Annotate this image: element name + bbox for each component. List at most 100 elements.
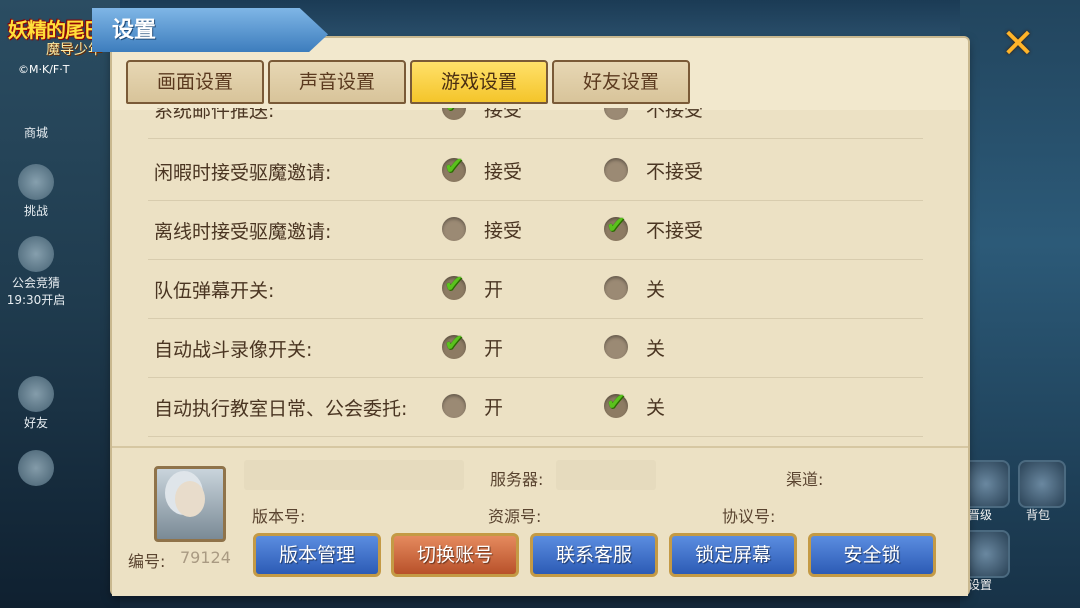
radio-circle: [604, 335, 628, 359]
security-lock-button[interactable]: 安全锁: [808, 533, 936, 577]
game-background-bottom: [120, 594, 960, 608]
side-item-shop[interactable]: 商城: [6, 124, 66, 141]
side-item-label: 商城: [23, 126, 48, 140]
option-label: 接受: [484, 108, 523, 121]
check-icon: ✔: [606, 211, 627, 239]
option-accept[interactable]: 接受: [442, 215, 522, 243]
chat-bubble-icon: [18, 376, 54, 412]
radio-circle: ✔: [442, 152, 466, 182]
id-label: 编号:: [128, 552, 166, 571]
setting-label: 自动战斗录像开关:: [154, 339, 313, 361]
side-item-label: 挑战: [23, 204, 48, 218]
option-label: 关: [646, 396, 666, 419]
option-on[interactable]: ✔ 开: [442, 270, 504, 302]
settings-button[interactable]: [962, 530, 1010, 578]
radio-circle: [604, 158, 628, 182]
avatar[interactable]: [154, 466, 226, 542]
settings-label: 设置: [968, 578, 993, 592]
radio-circle: ✔: [442, 270, 466, 300]
option-reject[interactable]: 不接受: [604, 156, 703, 184]
radio-circle: ✔: [442, 329, 466, 359]
side-item-label: 公会竞猜: [11, 276, 60, 290]
option-accept[interactable]: ✔ 接受: [442, 108, 522, 122]
setting-row-system-mail: 系统邮件推送: ✔ 接受 不接受: [148, 108, 923, 139]
radio-circle: [604, 108, 628, 120]
chat-icon: [18, 450, 54, 486]
option-on[interactable]: 开: [442, 392, 503, 420]
promotion-label: 晋级: [968, 508, 993, 522]
side-item-friends[interactable]: 好友: [6, 376, 66, 431]
radio-circle: [604, 276, 628, 300]
setting-row-auto-record: 自动战斗录像开关: ✔ 开 关: [148, 319, 923, 378]
close-button[interactable]: ✕: [996, 22, 1040, 66]
setting-row-auto-daily: 自动执行教室日常、公会委托: 开 ✔ 关: [148, 378, 923, 437]
option-accept[interactable]: ✔ 接受: [442, 152, 523, 184]
setting-label: 系统邮件推送:: [154, 108, 275, 122]
avatar-portrait: [175, 481, 205, 517]
option-label: 接受: [484, 160, 523, 183]
check-icon: ✔: [606, 388, 627, 416]
radio-circle: [442, 394, 466, 418]
option-label: 关: [646, 337, 666, 360]
check-icon: ✔: [444, 270, 465, 298]
option-label: 开: [484, 396, 504, 419]
setting-label: 自动执行教室日常、公会委托:: [154, 398, 408, 420]
option-label: 关: [646, 278, 666, 301]
backpack-label: 背包: [1026, 508, 1051, 522]
protocol-label: 协议号:: [722, 507, 776, 526]
radio-circle: ✔: [604, 388, 628, 418]
option-off[interactable]: ✔ 关: [604, 388, 666, 420]
setting-label: 闲暇时接受驱魔邀请:: [154, 162, 332, 184]
copyright-text: ©M·K/F·T: [18, 63, 70, 76]
radio-circle: ✔: [442, 108, 466, 120]
option-label: 不接受: [646, 160, 704, 183]
check-icon: ✔: [444, 152, 465, 180]
channel-label: 渠道:: [786, 470, 824, 489]
option-reject[interactable]: 不接受: [604, 108, 703, 122]
setting-label: 离线时接受驱魔邀请:: [154, 221, 332, 243]
option-reject[interactable]: ✔ 不接受: [604, 211, 704, 243]
sword-icon: [18, 164, 54, 200]
option-label: 不接受: [646, 219, 704, 242]
promotion-button[interactable]: [962, 460, 1010, 508]
side-item-label: 好友: [23, 416, 48, 430]
tab-sound-settings[interactable]: 声音设置: [268, 60, 406, 104]
tab-display-settings[interactable]: 画面设置: [126, 60, 264, 104]
side-chat-button[interactable]: [6, 450, 66, 488]
side-item-guild-quiz[interactable]: 公会竞猜 19:30开启: [6, 236, 66, 308]
trophy-icon: [18, 236, 54, 272]
switch-account-button[interactable]: 切换账号: [391, 533, 519, 577]
radio-circle: ✔: [604, 211, 628, 241]
option-off[interactable]: 关: [604, 333, 665, 361]
version-label: 版本号:: [252, 507, 306, 526]
id-value: 79124: [180, 548, 231, 567]
option-label: 开: [484, 278, 504, 301]
settings-list[interactable]: 系统邮件推送: ✔ 接受 不接受 闲暇时接受驱魔邀请: ✔ 接受 不接受 离线时…: [148, 108, 923, 440]
check-icon: ✔: [444, 329, 465, 357]
option-label: 开: [484, 337, 504, 360]
setting-label: 队伍弹幕开关:: [154, 280, 275, 302]
option-label: 不接受: [646, 108, 704, 121]
contact-support-button[interactable]: 联系客服: [530, 533, 658, 577]
lock-screen-button[interactable]: 锁定屏幕: [669, 533, 797, 577]
option-on[interactable]: ✔ 开: [442, 329, 504, 361]
tab-friend-settings[interactable]: 好友设置: [552, 60, 690, 104]
backpack-button[interactable]: [1018, 460, 1066, 508]
tab-game-settings[interactable]: 游戏设置: [410, 60, 548, 104]
blurred-server: [556, 460, 656, 490]
option-off[interactable]: 关: [604, 274, 665, 302]
close-icon: ✕: [1001, 21, 1035, 67]
settings-tabs: 画面设置 声音设置 游戏设置 好友设置: [126, 60, 690, 106]
radio-circle: [442, 217, 466, 241]
version-management-button[interactable]: 版本管理: [253, 533, 381, 577]
resource-label: 资源号:: [488, 507, 542, 526]
panel-title: 设置: [112, 18, 157, 43]
setting-row-idle-exorcism: 闲暇时接受驱魔邀请: ✔ 接受 不接受: [148, 142, 923, 201]
setting-row-offline-exorcism: 离线时接受驱魔邀请: 接受 ✔ 不接受: [148, 201, 923, 260]
side-item-challenge[interactable]: 挑战: [6, 164, 66, 219]
blurred-name: [244, 460, 464, 490]
check-icon: ✔: [444, 108, 464, 118]
option-label: 接受: [484, 219, 523, 242]
side-item-time: 19:30开启: [6, 293, 66, 307]
server-label: 服务器:: [490, 470, 544, 489]
